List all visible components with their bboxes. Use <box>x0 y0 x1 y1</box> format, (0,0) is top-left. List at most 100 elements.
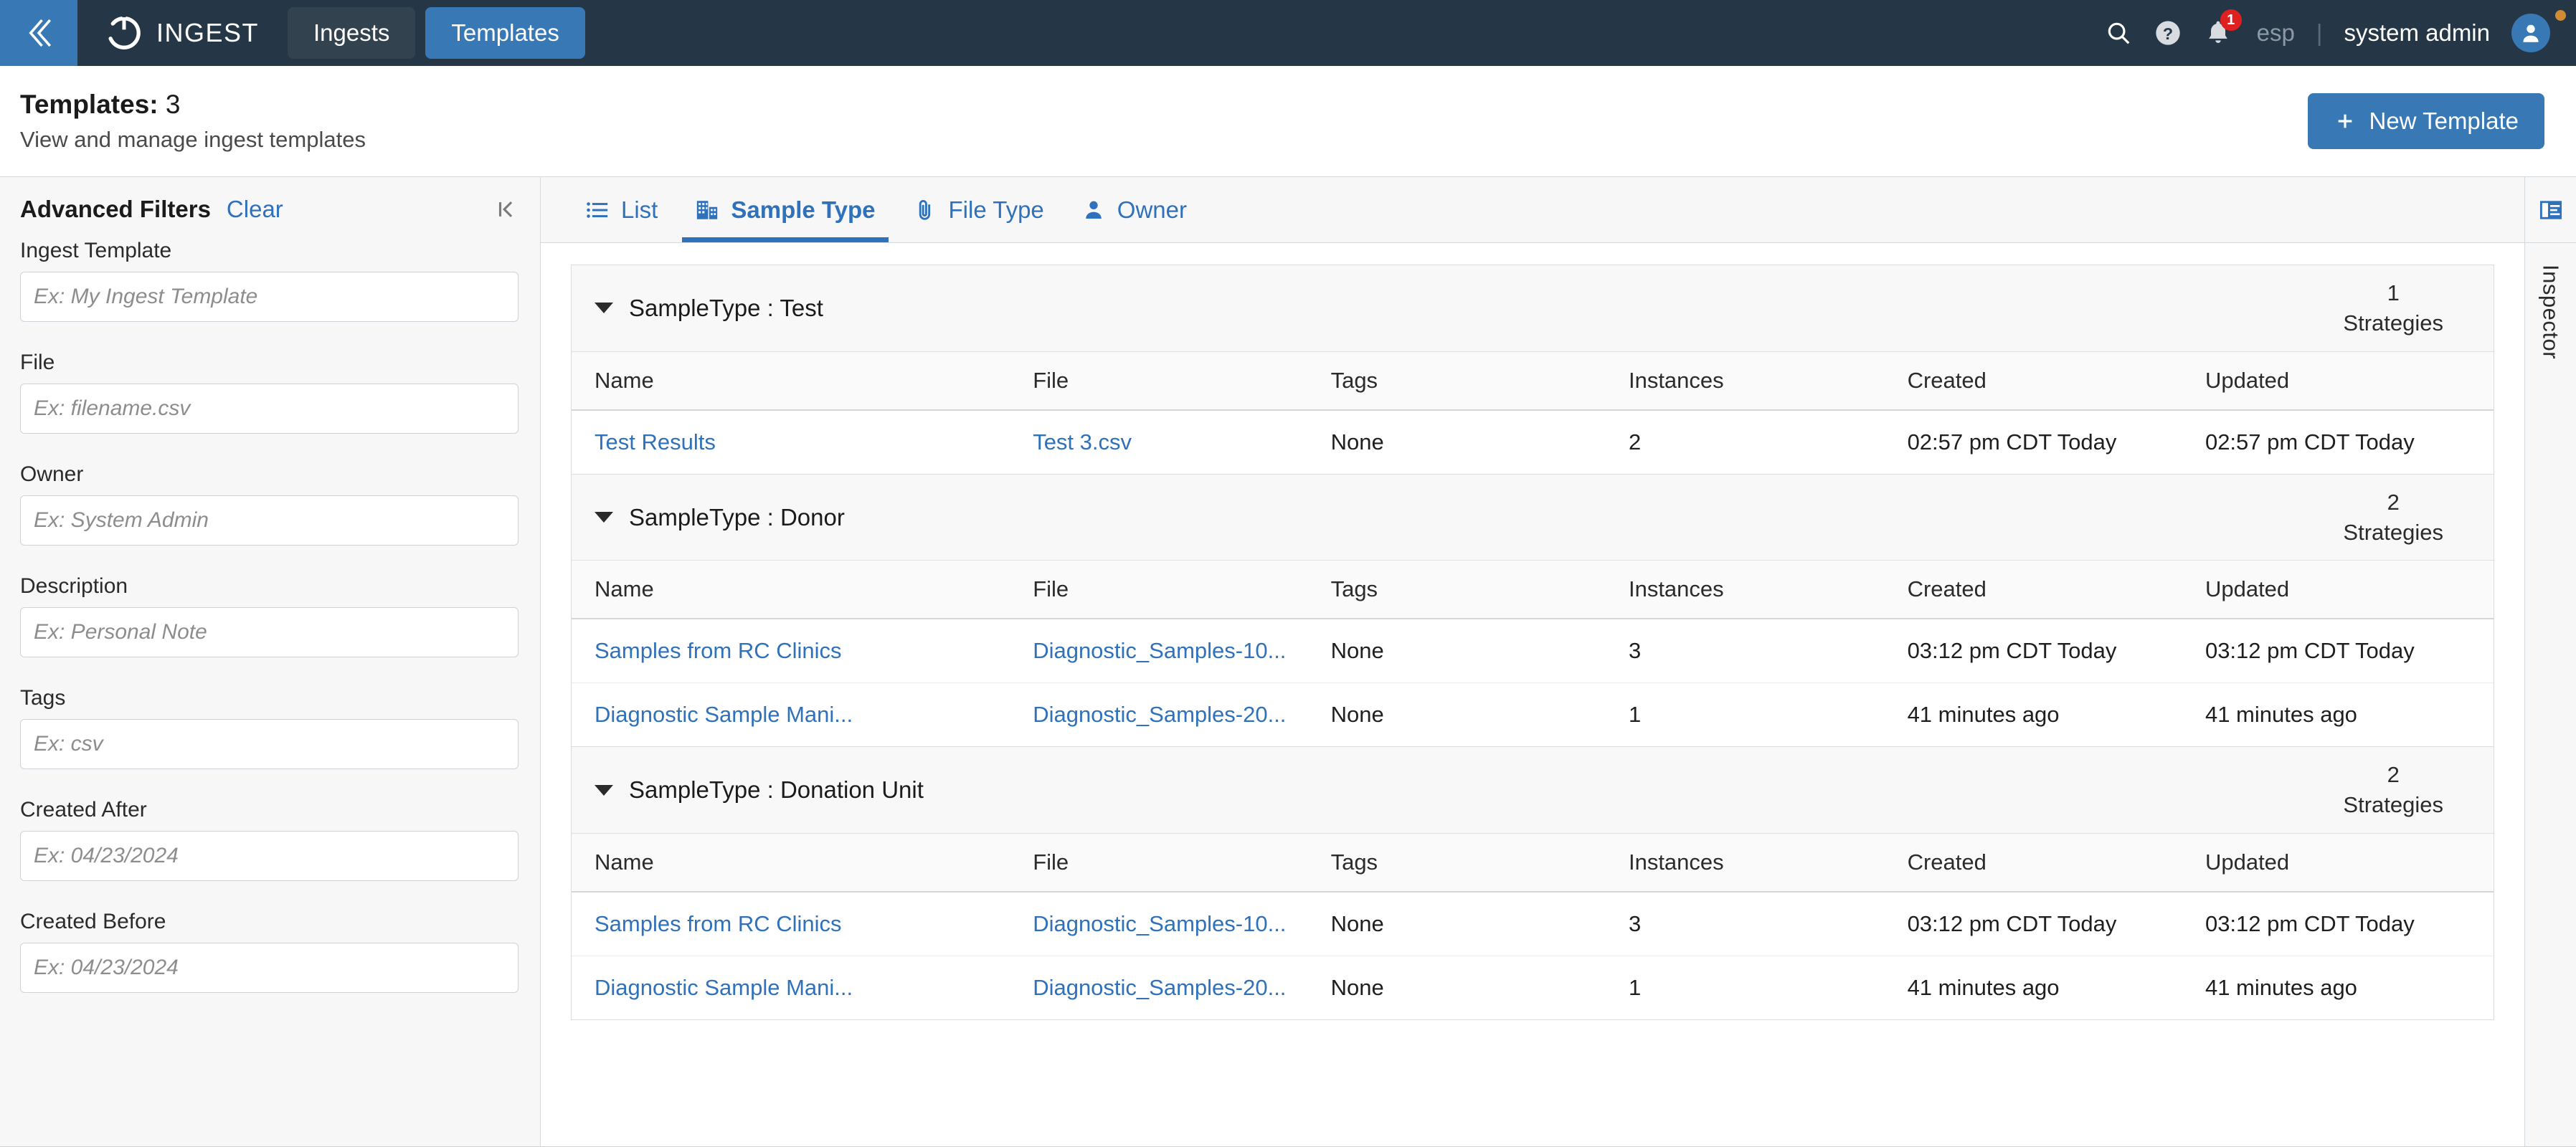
tab-sample-type[interactable]: Sample Type <box>676 177 894 242</box>
template-file-link[interactable]: Test 3.csv <box>1033 429 1330 455</box>
list-icon <box>585 198 610 222</box>
column-header-file[interactable]: File <box>1033 834 1331 893</box>
filter-field-tags: Tags <box>20 686 518 769</box>
cell-updated: 02:57 pm CDT Today <box>2205 429 2415 454</box>
page-title-count: 3 <box>165 90 181 119</box>
help-circle-icon: ? <box>2155 21 2180 45</box>
templates-table: Name File Tags Instances Created Updated… <box>572 834 2494 1019</box>
sample-type-group: SampleType : Donation Unit 2 Strategies … <box>571 746 2494 1021</box>
filter-field-owner: Owner <box>20 462 518 546</box>
column-header-updated[interactable]: Updated <box>2205 834 2494 893</box>
templates-table: Name File Tags Instances Created Updated… <box>572 351 2494 474</box>
column-header-created[interactable]: Created <box>1907 834 2205 893</box>
column-header-created[interactable]: Created <box>1907 351 2205 411</box>
cell-updated: 03:12 pm CDT Today <box>2205 892 2494 957</box>
group-count-number: 2 <box>2387 489 2400 515</box>
group-header-donation-unit[interactable]: SampleType : Donation Unit 2 Strategies <box>572 747 2494 834</box>
cell-tags: None <box>1330 619 1629 684</box>
cell-tags: None <box>1330 429 1384 454</box>
table-row[interactable]: Diagnostic Sample Mani... Diagnostic_Sam… <box>572 956 2494 1020</box>
body-wrapper: Advanced Filters Clear Ingest Template F… <box>0 177 2576 1146</box>
group-header-test[interactable]: SampleType : Test 1 Strategies <box>572 265 2494 352</box>
column-header-instances[interactable]: Instances <box>1628 834 1908 893</box>
column-header-name[interactable]: Name <box>572 351 1033 411</box>
tab-list[interactable]: List <box>567 177 676 242</box>
column-header-created[interactable]: Created <box>1907 561 2205 620</box>
view-tabbar: List Sample Type File Type Owner <box>541 177 2524 243</box>
column-header-file[interactable]: File <box>1033 351 1331 411</box>
cell-instances: 3 <box>1628 892 1908 957</box>
template-name-link[interactable]: Samples from RC Clinics <box>595 911 1033 937</box>
table-row[interactable]: Samples from RC Clinics Diagnostic_Sampl… <box>572 619 2494 684</box>
collapse-sidebar-button[interactable] <box>494 197 518 222</box>
template-file-link[interactable]: Diagnostic_Samples-20... <box>1033 975 1330 1001</box>
column-header-tags[interactable]: Tags <box>1330 561 1629 620</box>
filter-label-owner: Owner <box>20 462 84 486</box>
username-label: system admin <box>2344 19 2490 46</box>
filter-input-tags[interactable] <box>20 719 518 769</box>
ingest-ring-logo <box>108 16 141 49</box>
group-header-donor[interactable]: SampleType : Donor 2 Strategies <box>572 474 2494 561</box>
filter-field-created-after: Created After <box>20 798 518 881</box>
clear-filters-link[interactable]: Clear <box>227 196 283 223</box>
inspector-toggle-button[interactable] <box>2525 177 2576 243</box>
column-header-tags[interactable]: Tags <box>1330 834 1629 893</box>
cell-instances: 2 <box>1628 429 1642 454</box>
column-header-file[interactable]: File <box>1033 561 1331 620</box>
page-title-block: Templates: 3 View and manage ingest temp… <box>20 90 366 153</box>
nav-tab-templates[interactable]: Templates <box>425 7 585 59</box>
filter-input-ingest-template[interactable] <box>20 272 518 322</box>
nav-right-group: ? 1 esp | system admin <box>2105 9 2576 52</box>
page-title: Templates: 3 <box>20 90 366 120</box>
building-grid-icon <box>695 198 719 222</box>
column-header-name[interactable]: Name <box>572 834 1033 893</box>
column-header-name[interactable]: Name <box>572 561 1033 620</box>
search-button[interactable] <box>2105 19 2132 47</box>
table-row[interactable]: Samples from RC Clinics Diagnostic_Sampl… <box>572 892 2494 957</box>
language-toggle[interactable]: esp <box>2257 19 2295 47</box>
template-name-link[interactable]: Samples from RC Clinics <box>595 638 1033 664</box>
filter-field-created-before: Created Before <box>20 910 518 993</box>
template-name-link[interactable]: Test Results <box>595 429 1033 455</box>
cell-created: 03:12 pm CDT Today <box>1907 892 2205 957</box>
filter-input-created-after[interactable] <box>20 831 518 881</box>
filter-input-description[interactable] <box>20 607 518 657</box>
template-name-link[interactable]: Diagnostic Sample Mani... <box>595 702 1033 728</box>
template-file-link[interactable]: Diagnostic_Samples-10... <box>1033 638 1330 664</box>
notifications-button[interactable]: 1 <box>2204 9 2242 47</box>
table-header-row: Name File Tags Instances Created Updated <box>572 351 2494 411</box>
filter-input-owner[interactable] <box>20 495 518 546</box>
group-strategy-count: 1 Strategies <box>2343 278 2468 338</box>
avatar[interactable] <box>2511 14 2550 52</box>
table-row[interactable]: Diagnostic Sample Mani... Diagnostic_Sam… <box>572 683 2494 747</box>
filter-input-created-before[interactable] <box>20 943 518 993</box>
column-header-updated[interactable]: Updated <box>2205 351 2494 411</box>
nav-collapse-button[interactable] <box>0 0 77 66</box>
column-header-tags[interactable]: Tags <box>1330 351 1629 411</box>
tab-owner[interactable]: Owner <box>1063 177 1206 242</box>
filter-input-file[interactable] <box>20 384 518 434</box>
sample-type-group: SampleType : Donor 2 Strategies Name Fil… <box>571 473 2494 747</box>
column-header-instances[interactable]: Instances <box>1628 351 1908 411</box>
column-header-instances[interactable]: Instances <box>1628 561 1908 620</box>
column-header-updated[interactable]: Updated <box>2205 561 2494 620</box>
tab-label-list: List <box>621 196 658 223</box>
cell-created: 03:12 pm CDT Today <box>1907 619 2205 684</box>
chevron-down-icon <box>595 784 613 796</box>
brand-name: INGEST <box>156 18 260 47</box>
template-file-link[interactable]: Diagnostic_Samples-10... <box>1033 911 1330 937</box>
cell-updated: 41 minutes ago <box>2205 702 2357 728</box>
nav-tab-ingests[interactable]: Ingests <box>288 7 416 59</box>
template-name-link[interactable]: Diagnostic Sample Mani... <box>595 975 1033 1001</box>
person-icon <box>1081 198 1106 222</box>
new-template-button[interactable]: New Template <box>2307 93 2544 149</box>
cell-instances: 3 <box>1628 619 1908 684</box>
table-header-row: Name File Tags Instances Created Updated <box>572 834 2494 893</box>
cell-file: Test 3.csv <box>1033 410 1330 474</box>
help-button[interactable]: ? <box>2154 19 2182 47</box>
table-row[interactable]: Test Results Test 3.csv None 2 02:57 pm … <box>572 410 2494 474</box>
cell-updated: 03:12 pm CDT Today <box>2205 619 2494 684</box>
page-header: Templates: 3 View and manage ingest temp… <box>0 66 2576 177</box>
template-file-link[interactable]: Diagnostic_Samples-20... <box>1033 702 1330 728</box>
tab-file-type[interactable]: File Type <box>894 177 1063 242</box>
